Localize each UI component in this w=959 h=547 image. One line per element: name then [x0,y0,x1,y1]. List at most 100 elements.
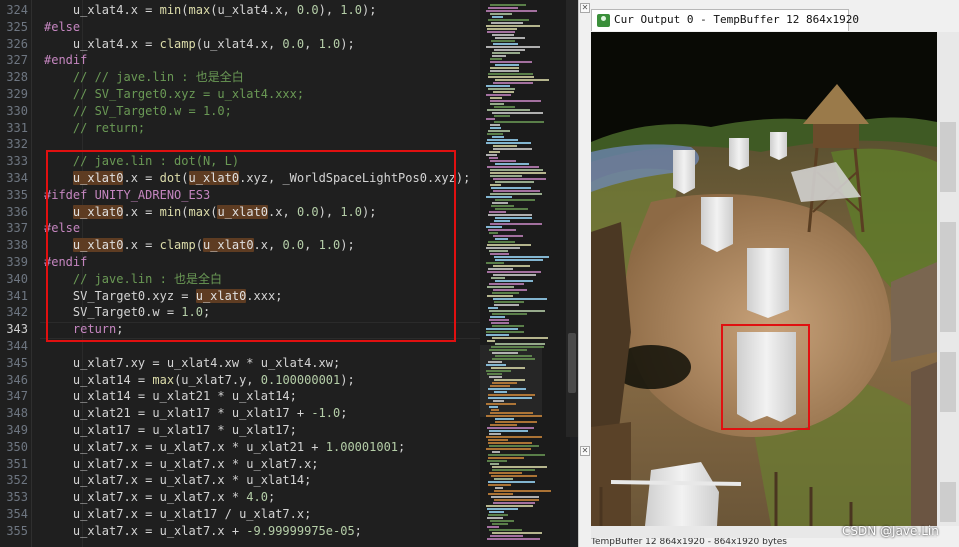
line-number: 352 [6,473,28,488]
minimap-line [495,487,503,489]
minimap-line [490,70,519,72]
line-number: 328 [6,70,28,85]
minimap-line [494,121,544,123]
code-token: 0.0 [282,36,305,51]
code-token: max [188,3,211,17]
code-token: u_xlat4 [72,3,124,17]
minimap-line [495,259,543,261]
minimap-line [486,46,540,48]
scroll-segment[interactable] [940,352,956,412]
texture-preview-canvas[interactable] [591,32,937,526]
code-minimap[interactable] [480,0,570,547]
scroll-segment[interactable] [940,222,956,332]
code-token: ; [267,490,276,505]
scroll-segment[interactable] [940,122,956,192]
code-token: 0.0 [296,3,319,17]
minimap-line [493,298,547,300]
minimap-line [495,181,534,183]
minimap-line [487,166,539,168]
minimap-line [490,316,505,318]
code-line: u_xlat17 = u_xlat17 * u_xlat17; [44,422,297,439]
code-token: u_xlat7.x = u_xlat7.x * u_xlat21 + [44,439,326,454]
minimap-line [487,460,507,462]
minimap-line [495,280,533,282]
minimap-line [488,19,529,21]
minimap-line [488,229,516,231]
line-number: 341 [6,288,28,303]
minimap-line [488,514,508,516]
minimap-line [492,358,535,360]
code-token: ), [318,3,341,17]
minimap-line [488,241,515,243]
minimap-line [492,292,519,294]
texture-icon [597,14,610,27]
minimap-line [492,382,517,384]
code-token: ( [181,3,189,17]
minimap-line [486,142,531,144]
tab-cur-output[interactable]: Cur Output 0 - TempBuffer 12 864x1920 [591,9,859,31]
line-number: 340 [6,271,28,286]
viewer-vertical-scrollbar[interactable] [937,32,959,526]
minimap-line [489,433,501,435]
minimap-line [486,448,531,450]
minimap-line [495,37,525,39]
minimap-line [489,430,528,432]
line-number: 349 [6,423,28,437]
minimap-line [486,505,533,507]
code-line: u_xlat14 = max(u_xlat7.y, 0.100000001); [44,372,355,389]
minimap-line [486,328,518,330]
minimap-line [486,226,502,228]
code-token: u_xlat17 = u_xlat17 * u_xlat17; [44,423,297,437]
code-line: #endif [44,52,87,69]
minimap-line [487,31,515,33]
line-number-gutter: 324 325 326 327 328 329 330 331 332 333 334 335 336 3… [0,0,40,547]
minimap-line [490,160,516,162]
minimap-line [495,238,508,240]
minimap-line [486,25,540,27]
minimap-line [490,172,546,174]
status-bar: TempBuffer 12 864x1920 - 864x1920 bytes [591,538,787,547]
code-line: u_xlat4.x = clamp(u_xlat4.x, 0.0, 1.0); [44,36,355,53]
fold-gutter [31,0,32,547]
minimap-line [486,415,542,417]
minimap-line [494,106,515,108]
minimap-line [492,136,504,138]
minimap-line [488,307,498,309]
scroll-segment[interactable] [940,482,956,522]
minimap-line [489,511,504,513]
minimap-line [488,268,513,270]
minimap-line [489,406,498,408]
splitter-button-top[interactable]: ✕ [580,3,590,13]
minimap-line [491,409,499,411]
line-number: 337 [6,221,28,236]
code-line: u_xlat7.x = u_xlat7.x * 4.0; [44,489,275,506]
code-token: 0.100000001 [260,372,341,387]
minimap-line [491,22,523,24]
minimap-line [489,232,498,234]
code-token: .x = [123,3,160,17]
code-token: u_xlat7.x = u_xlat7.x * u_xlat14; [44,473,312,488]
minimap-line [486,196,512,198]
minimap-line [493,400,504,402]
minimap-line [494,304,519,306]
minimap-line [486,262,504,264]
minimap-line [488,394,535,396]
minimap-line [494,256,549,258]
minimap-line [492,55,506,57]
minimap-line [487,373,502,375]
minimap-line [494,391,507,393]
line-number: 326 [6,36,28,51]
minimap-line [494,490,551,492]
code-editor[interactable]: 324 325 326 327 328 329 330 331 332 333 334 335 336 3… [0,0,480,547]
code-token: clamp [159,36,196,51]
editor-scrollbar-thumb[interactable] [568,333,576,393]
minimap-line [495,421,537,423]
minimap-line [489,151,500,153]
minimap-line [486,94,511,96]
splitter-button-bottom[interactable]: ✕ [580,446,590,456]
minimap-line [491,322,509,324]
minimap-line [493,502,535,504]
line-number: 334 [6,171,28,185]
minimap-line [493,235,523,237]
